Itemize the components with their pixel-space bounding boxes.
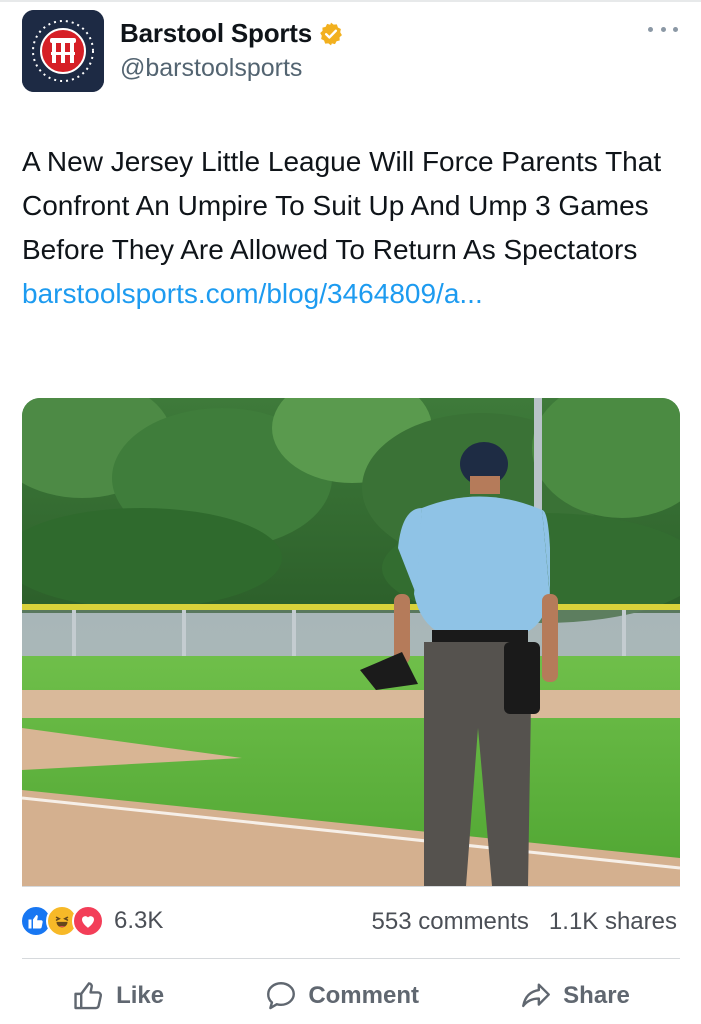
like-label: Like xyxy=(116,982,165,1009)
reaction-summary[interactable]: 6.3K xyxy=(20,905,163,937)
post-body: A New Jersey Little League Will Force Pa… xyxy=(22,146,662,265)
engagement-stats: 553 comments 1.1K shares xyxy=(372,908,677,936)
top-divider xyxy=(0,0,701,2)
photo-umpire-on-baseball-field xyxy=(22,398,680,886)
reaction-count: 6.3K xyxy=(114,907,164,934)
barstool-logo-icon xyxy=(22,10,104,92)
post-text: A New Jersey Little League Will Force Pa… xyxy=(22,140,687,316)
verified-badge-icon xyxy=(320,22,342,45)
display-name[interactable]: Barstool Sports xyxy=(120,18,312,49)
post-image[interactable] xyxy=(22,398,680,886)
like-button[interactable]: Like xyxy=(60,973,176,1019)
comments-count[interactable]: 553 comments xyxy=(372,908,529,936)
post-link[interactable]: barstoolsports.com/blog/​3464809/a... xyxy=(22,278,483,309)
love-reaction-icon xyxy=(72,905,104,937)
more-icon[interactable] xyxy=(648,24,678,34)
shares-count[interactable]: 1.1K shares xyxy=(549,908,677,936)
media-bottom-divider xyxy=(22,886,680,887)
action-bar: Like Comment Share xyxy=(22,968,680,1024)
thumbs-up-icon xyxy=(74,982,103,1010)
actions-divider xyxy=(22,958,680,959)
comment-button[interactable]: Comment xyxy=(252,973,431,1019)
comment-label: Comment xyxy=(308,982,419,1009)
user-handle[interactable]: @barstoolsports xyxy=(120,54,302,83)
share-arrow-icon xyxy=(522,983,551,1008)
comment-bubble-icon xyxy=(267,982,296,1010)
share-button[interactable]: Share xyxy=(507,973,642,1019)
avatar[interactable] xyxy=(22,10,104,92)
share-label: Share xyxy=(563,982,630,1009)
